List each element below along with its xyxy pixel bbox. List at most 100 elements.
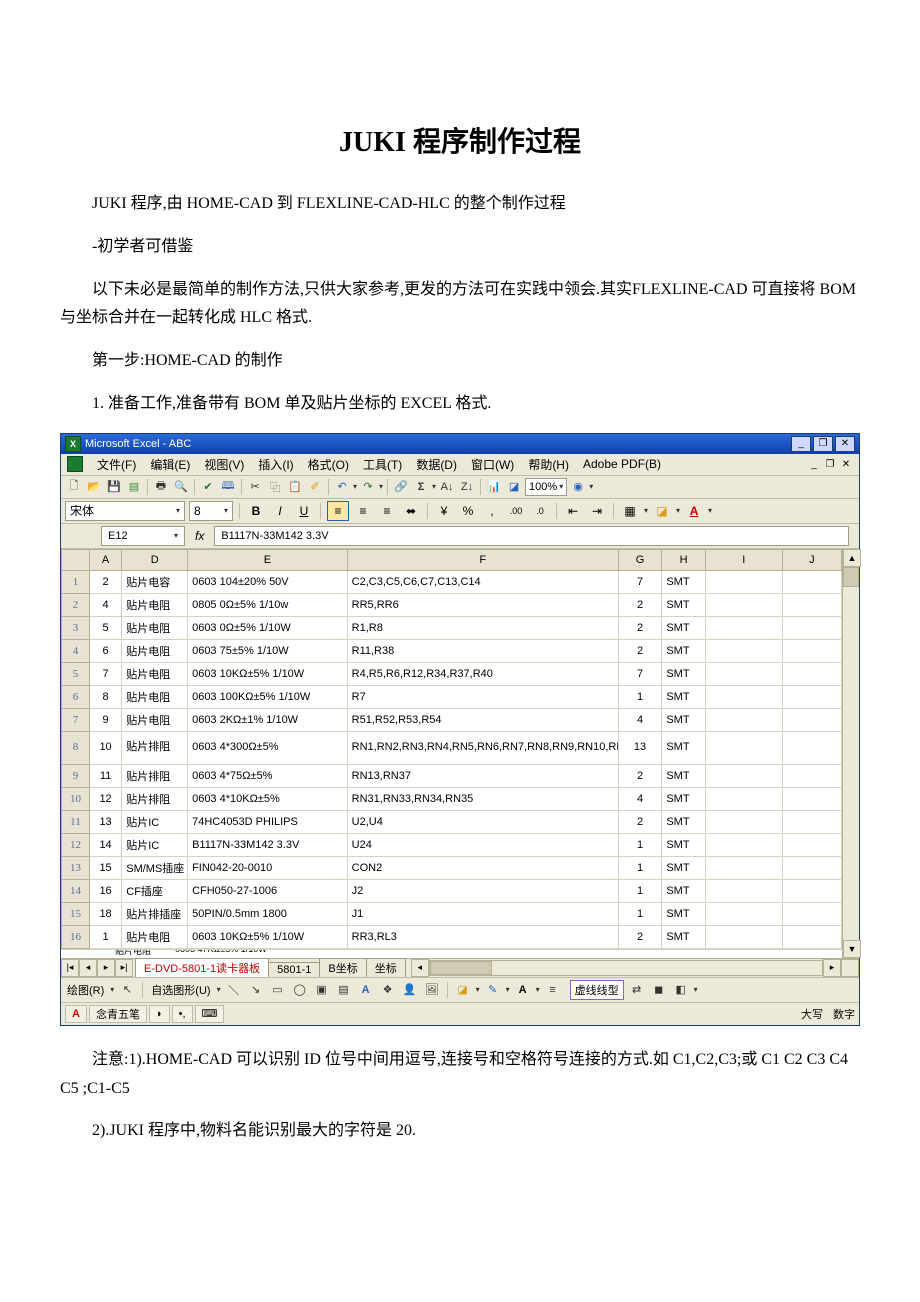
zoom-select[interactable]: 100% ▾ [525,478,567,496]
chevron-down-icon[interactable]: ▾ [217,985,221,994]
scroll-left-icon[interactable]: ◂ [411,959,429,977]
cell[interactable] [705,593,782,616]
cell[interactable]: 0603 75±5% 1/10W [188,639,348,662]
cell[interactable]: 2 [618,616,662,639]
row-header[interactable]: 2 [62,593,90,616]
drawing-toolbar-icon[interactable]: ◪ [505,478,523,496]
cell[interactable]: 贴片IC [122,833,188,856]
cell[interactable] [705,570,782,593]
tab-last-icon[interactable]: ▸| [115,959,133,977]
row-header[interactable]: 9 [62,764,90,787]
cell[interactable]: R7 [347,685,618,708]
cell[interactable]: SMT [662,639,706,662]
cell[interactable] [705,731,782,764]
row-header[interactable]: 15 [62,902,90,925]
italic-button[interactable]: I [270,502,290,520]
bold-button[interactable]: B [246,502,266,520]
toolbar-options-icon[interactable]: ▾ [694,985,698,994]
3d-style-icon[interactable]: ◧ [672,981,690,999]
cell[interactable]: 10 [89,731,121,764]
cell[interactable]: 贴片IC [122,810,188,833]
diagram-icon[interactable]: ❖ [379,981,397,999]
vertical-textbox-icon[interactable]: ▤ [335,981,353,999]
cell[interactable]: CFH050-27-1006 [188,879,348,902]
scroll-thumb[interactable] [843,567,859,587]
cell[interactable]: 1 [618,833,662,856]
cell[interactable]: RR3,RL3 [347,925,618,948]
cell[interactable] [782,685,841,708]
increase-indent-button[interactable]: ⇥ [587,502,607,520]
cell[interactable]: 12 [89,787,121,810]
menu-insert[interactable]: 插入(I) [258,456,293,473]
cell[interactable]: 2 [89,570,121,593]
cell[interactable]: 16 [89,879,121,902]
menu-tools[interactable]: 工具(T) [363,456,402,473]
oval-icon[interactable]: ◯ [291,981,309,999]
row-header[interactable]: 10 [62,787,90,810]
chevron-down-icon[interactable]: ▾ [644,506,648,515]
picture-icon[interactable]: 🖼 [423,981,441,999]
menu-help[interactable]: 帮助(H) [528,456,569,473]
cell[interactable] [705,639,782,662]
cell[interactable]: 0603 0Ω±5% 1/10W [188,616,348,639]
cell[interactable] [705,833,782,856]
select-all-corner[interactable] [62,549,90,570]
chevron-down-icon[interactable]: ▾ [476,985,480,994]
cell[interactable]: 2 [618,593,662,616]
font-name-select[interactable]: 宋体 ▾ [65,501,185,521]
align-left-button[interactable]: ≡ [327,501,349,521]
shadow-style-icon[interactable]: ◼ [650,981,668,999]
cell[interactable]: 1 [89,925,121,948]
cell[interactable]: 7 [89,662,121,685]
chart-wizard-icon[interactable]: 📊 [485,478,503,496]
save-icon[interactable]: 💾 [105,478,123,496]
minimize-button[interactable]: _ [791,436,811,452]
cell[interactable]: SMT [662,708,706,731]
paste-icon[interactable]: 📋 [286,478,304,496]
cell[interactable]: SMT [662,925,706,948]
cell[interactable]: CON2 [347,856,618,879]
cell[interactable]: RN1,RN2,RN3,RN4,RN5,RN6,RN7,RN8,RN9,RN10… [347,731,618,764]
wordart-icon[interactable]: A [357,981,375,999]
chevron-down-icon[interactable]: ▾ [708,506,712,515]
sheet-tab[interactable]: 5801-1 [268,962,320,977]
cell[interactable]: 5 [89,616,121,639]
chevron-down-icon[interactable]: ▾ [110,985,114,994]
cell[interactable]: 4 [618,708,662,731]
cell[interactable] [782,570,841,593]
cell[interactable] [705,925,782,948]
chevron-down-icon[interactable]: ▾ [536,985,540,994]
cell[interactable]: 0805 0Ω±5% 1/10w [188,593,348,616]
cell[interactable]: 0603 10KΩ±5% 1/10W [188,662,348,685]
help-icon[interactable]: ◉ [569,478,587,496]
cell[interactable] [782,708,841,731]
tab-prev-icon[interactable]: ◂ [79,959,97,977]
spellcheck-icon[interactable]: ✔ [199,478,217,496]
ime-half-full-icon[interactable]: ◗ [149,1005,170,1023]
decrease-indent-button[interactable]: ⇤ [563,502,583,520]
font-color-button[interactable]: A [684,502,704,520]
undo-icon[interactable]: ↶ [333,478,351,496]
column-header[interactable]: F [347,549,618,570]
rectangle-icon[interactable]: ▭ [269,981,287,999]
cell[interactable]: 0603 104±20% 50V [188,570,348,593]
cell[interactable] [705,787,782,810]
decrease-decimal-button[interactable]: .0 [530,502,550,520]
cell[interactable] [782,662,841,685]
menu-window[interactable]: 窗口(W) [471,456,514,473]
formula-bar[interactable]: B1117N-33M142 3.3V [214,526,849,546]
borders-button[interactable]: ▦ [620,502,640,520]
cell[interactable] [782,879,841,902]
cell[interactable]: 15 [89,856,121,879]
sheet-tab-active[interactable]: E-DVD-5801-1读卡器板 [135,958,269,977]
cell[interactable]: 74HC4053D PHILIPS [188,810,348,833]
cell[interactable] [705,810,782,833]
cell[interactable] [782,593,841,616]
menu-edit[interactable]: 编辑(E) [150,456,190,473]
cell[interactable] [782,925,841,948]
cell[interactable] [705,685,782,708]
doc-close-button[interactable]: ✕ [839,458,853,470]
cell[interactable]: 0603 2KΩ±1% 1/10W [188,708,348,731]
new-icon[interactable]: 🗋 [65,478,83,496]
cell[interactable]: 0603 100KΩ±5% 1/10W [188,685,348,708]
